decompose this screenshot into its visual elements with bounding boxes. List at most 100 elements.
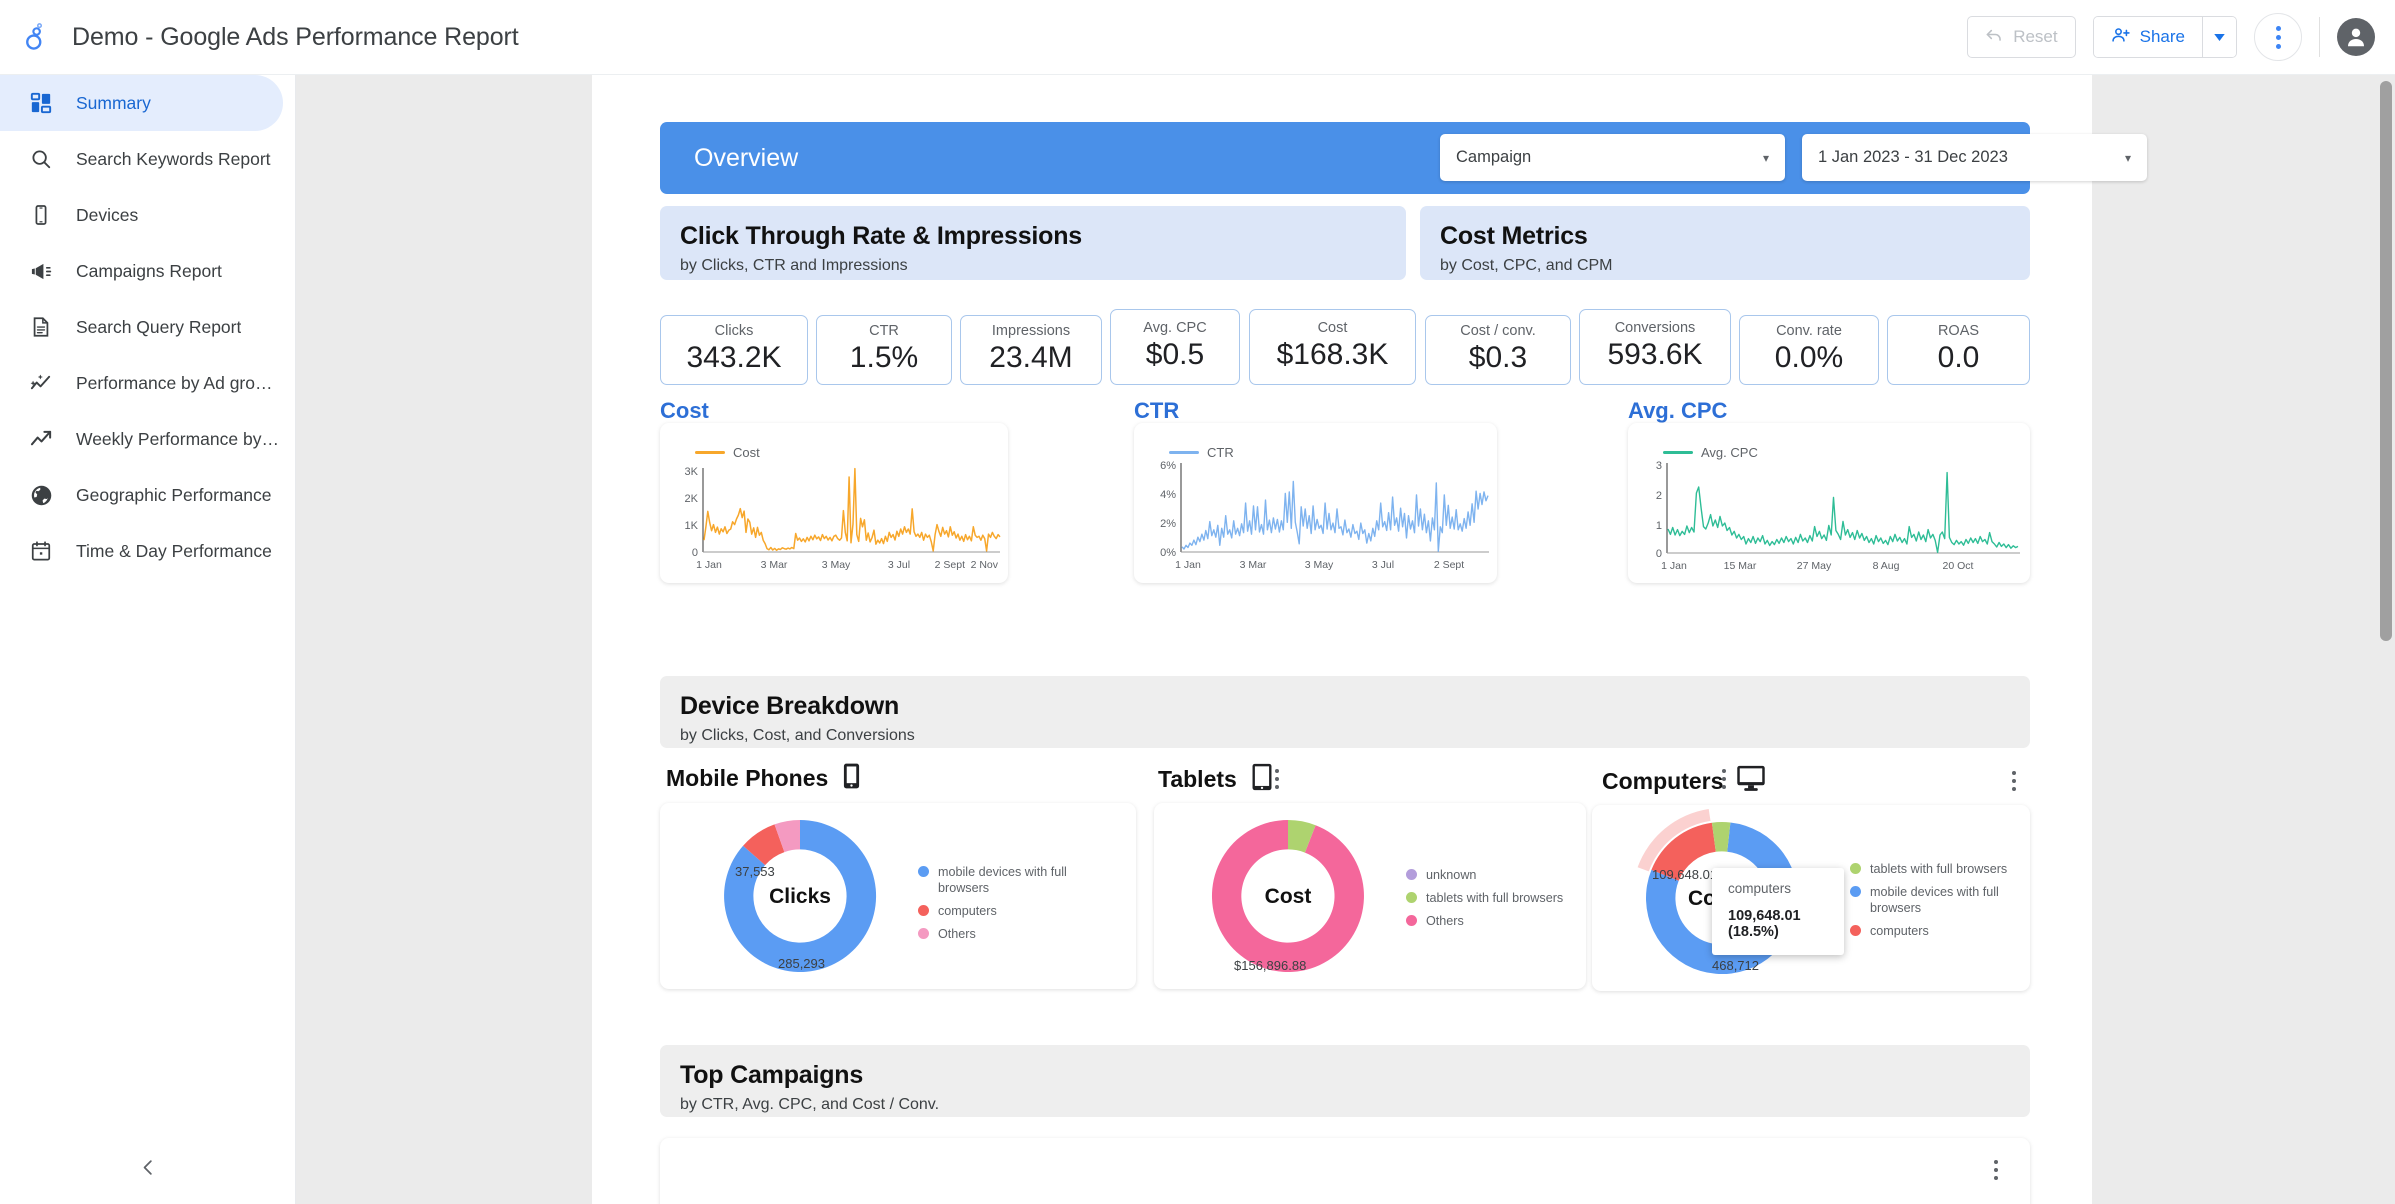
legend-label: mobile devices with full browsers [1870, 885, 1999, 916]
sidebar-item-label: Campaigns Report [76, 260, 222, 281]
chart-card-ctr[interactable]: CTR 6% 4% 2% 0% 1 Jan 3 Mar 3 May 3 Jul 2 Sept [1134, 423, 1497, 583]
chart-title-ctr: CTR [1134, 398, 1180, 423]
kpi-card-impressions[interactable]: Impressions 23.4M [960, 315, 1102, 385]
svg-text:2%: 2% [1160, 518, 1176, 530]
sidebar-item-weekly-performance[interactable]: Weekly Performance by… [0, 411, 295, 467]
sidebar-item-performance-by-ad-group[interactable]: Performance by Ad gro… [0, 355, 295, 411]
section-title: Top Campaigns [680, 1061, 864, 1089]
svg-text:3 Jul: 3 Jul [1372, 559, 1394, 571]
sidebar-item-summary[interactable]: Summary [0, 75, 283, 131]
campaign-filter-select[interactable]: Campaign ▾ [1440, 134, 1785, 181]
donut-slice-label-others: $156,896.88 [1234, 958, 1307, 973]
document-icon [28, 314, 54, 340]
vertical-scrollbar[interactable] [2377, 75, 2395, 1204]
legend-swatch [1406, 869, 1417, 880]
overview-title: Overview [694, 143, 799, 172]
topbar-actions: Reset Share [1967, 13, 2395, 61]
sidebar-item-campaigns-report[interactable]: Campaigns Report [0, 243, 295, 299]
legend-label: unknown [1426, 868, 1477, 882]
svg-text:1: 1 [1656, 520, 1662, 532]
share-button[interactable]: Share [2093, 17, 2202, 57]
kpi-card-avg-cpc[interactable]: Avg. CPC $0.5 [1110, 309, 1240, 385]
share-button-group: Share [2092, 16, 2237, 58]
avatar[interactable] [2337, 18, 2375, 56]
kpi-card-ctr[interactable]: CTR 1.5% [816, 315, 952, 385]
kpi-card-cost-per-conv[interactable]: Cost / conv. $0.3 [1425, 315, 1571, 385]
svg-text:1 Jan: 1 Jan [1661, 560, 1687, 572]
legend-label: Others [1426, 914, 1464, 929]
legend-label: computers [1870, 924, 1929, 939]
line-chart-avg-cpc: 3 2 1 0 1 Jan 15 Mar 27 May 8 Aug 20 Oct [1656, 460, 2020, 572]
chart-card-avg-cpc[interactable]: Avg. CPC 3210 1 Jan 15 Mar 27 May 8 Aug 20 … [1628, 423, 2030, 583]
svg-text:3: 3 [1656, 460, 1662, 472]
kpi-card-clicks[interactable]: Clicks 343.2K [660, 315, 808, 385]
svg-text:2 Sept: 2 Sept [935, 559, 965, 571]
reset-label: Reset [2013, 27, 2058, 46]
person-add-icon [2111, 25, 2131, 50]
legend-label: tablets with full browsers [1870, 862, 2008, 876]
search-icon [28, 146, 54, 172]
device-card-header-mobile-phones: Mobile Phones [666, 763, 862, 794]
donut-card-computers[interactable]: Co 109,648.01 468,712 computers 109,648.… [1592, 805, 2030, 991]
more-vertical-icon [2275, 25, 2281, 49]
tooltip-key: computers [1728, 881, 1792, 896]
sidebar-item-geographic-performance[interactable]: Geographic Performance [0, 467, 295, 523]
kpi-label: Avg. CPC [1143, 320, 1207, 337]
trend-up-arrow-icon [28, 426, 54, 452]
device-card-title: Tablets [1158, 766, 1237, 792]
kpi-card-conversions[interactable]: Conversions 593.6K [1579, 309, 1731, 385]
sidebar-item-label: Performance by Ad gro… [76, 372, 273, 393]
top-campaigns-table-card[interactable] [660, 1138, 2030, 1204]
kpi-value: 0.0 [1937, 341, 1980, 375]
user-avatar-icon [2347, 28, 2365, 47]
date-range-select[interactable]: 1 Jan 2023 - 31 Dec 2023 ▾ [1802, 134, 2147, 181]
desktop-monitor-icon [1736, 765, 1766, 797]
svg-text:1K: 1K [685, 520, 699, 532]
donut-slice-label-computers: 109,648.01 [1652, 867, 1718, 882]
page-title: Demo - Google Ads Performance Report [72, 22, 519, 51]
kpi-label: Cost / conv. [1460, 323, 1536, 340]
share-dropdown-caret[interactable] [2202, 17, 2236, 57]
kpi-label: ROAS [1937, 323, 1980, 340]
svg-text:20 Oct: 20 Oct [1943, 560, 1974, 572]
date-range-value: 1 Jan 2023 - 31 Dec 2023 [1818, 148, 2008, 166]
section-title: Click Through Rate & Impressions [680, 222, 1083, 250]
sidebar-item-search-keywords-report[interactable]: Search Keywords Report [0, 131, 295, 187]
legend-swatch [1850, 925, 1861, 937]
donut-card-tablets[interactable]: Cost $156,896.88 unknown tablets with fu… [1154, 803, 1586, 989]
donut-legend-tablets: unknown tablets with full browsers Other… [1406, 867, 1576, 936]
kpi-card-cost[interactable]: Cost $168.3K [1249, 309, 1416, 385]
mobile-phone-icon [841, 763, 862, 794]
sidebar-item-search-query-report[interactable]: Search Query Report [0, 299, 295, 355]
donut-card-mobile-phones[interactable]: Clicks 37,553 285,293 mobile devices wit… [660, 803, 1136, 989]
campaign-filter-value: Campaign [1456, 148, 1532, 166]
legend-item: unknown [1406, 867, 1576, 883]
reset-button[interactable]: Reset [1967, 16, 2076, 58]
section-banner-cost-metrics: Cost Metrics by Cost, CPC, and CPM [1420, 206, 2030, 280]
device-card-menu-computers[interactable] [2012, 771, 2016, 791]
chart-card-cost[interactable]: Cost 3K 2K 1K 0 1 Jan 3 Mar 3 May 3 Jul 2 Sept… [660, 423, 1008, 583]
caret-down-icon: ▾ [2124, 150, 2131, 165]
sidebar-item-devices[interactable]: Devices [0, 187, 295, 243]
kpi-card-roas[interactable]: ROAS 0.0 [1887, 315, 2030, 385]
legend-item: Others [1406, 913, 1576, 929]
sidebar-collapse-button[interactable] [0, 1130, 296, 1204]
more-options-button[interactable] [2254, 13, 2302, 61]
kpi-label: Cost [1317, 320, 1348, 337]
section-subtitle: by Cost, CPC, and CPM [1440, 257, 1613, 274]
device-card-menu-mobile-phones[interactable] [1275, 769, 1279, 789]
section-subtitle: by Clicks, CTR and Impressions [680, 257, 908, 274]
calendar-icon [28, 538, 54, 564]
sidebar-navigation: Summary Search Keywords Report Devices C… [0, 75, 296, 1204]
sidebar-item-label: Devices [76, 204, 139, 225]
looker-studio-logo-icon[interactable] [18, 20, 52, 54]
legend-swatch [918, 866, 929, 877]
vertical-scrollbar-thumb[interactable] [2380, 81, 2392, 641]
svg-text:6%: 6% [1160, 460, 1176, 472]
overview-banner: Overview Campaign ▾ 1 Jan 2023 - 31 Dec … [660, 122, 2147, 194]
donut-legend-computers: tablets with full browsers mobile device… [1850, 861, 2025, 946]
top-campaigns-table-menu[interactable] [1994, 1160, 1998, 1180]
sidebar-item-time-day-performance[interactable]: Time & Day Performance [0, 523, 295, 579]
kpi-label: Conversions [1614, 320, 1696, 337]
kpi-card-conv-rate[interactable]: Conv. rate 0.0% [1739, 315, 1879, 385]
